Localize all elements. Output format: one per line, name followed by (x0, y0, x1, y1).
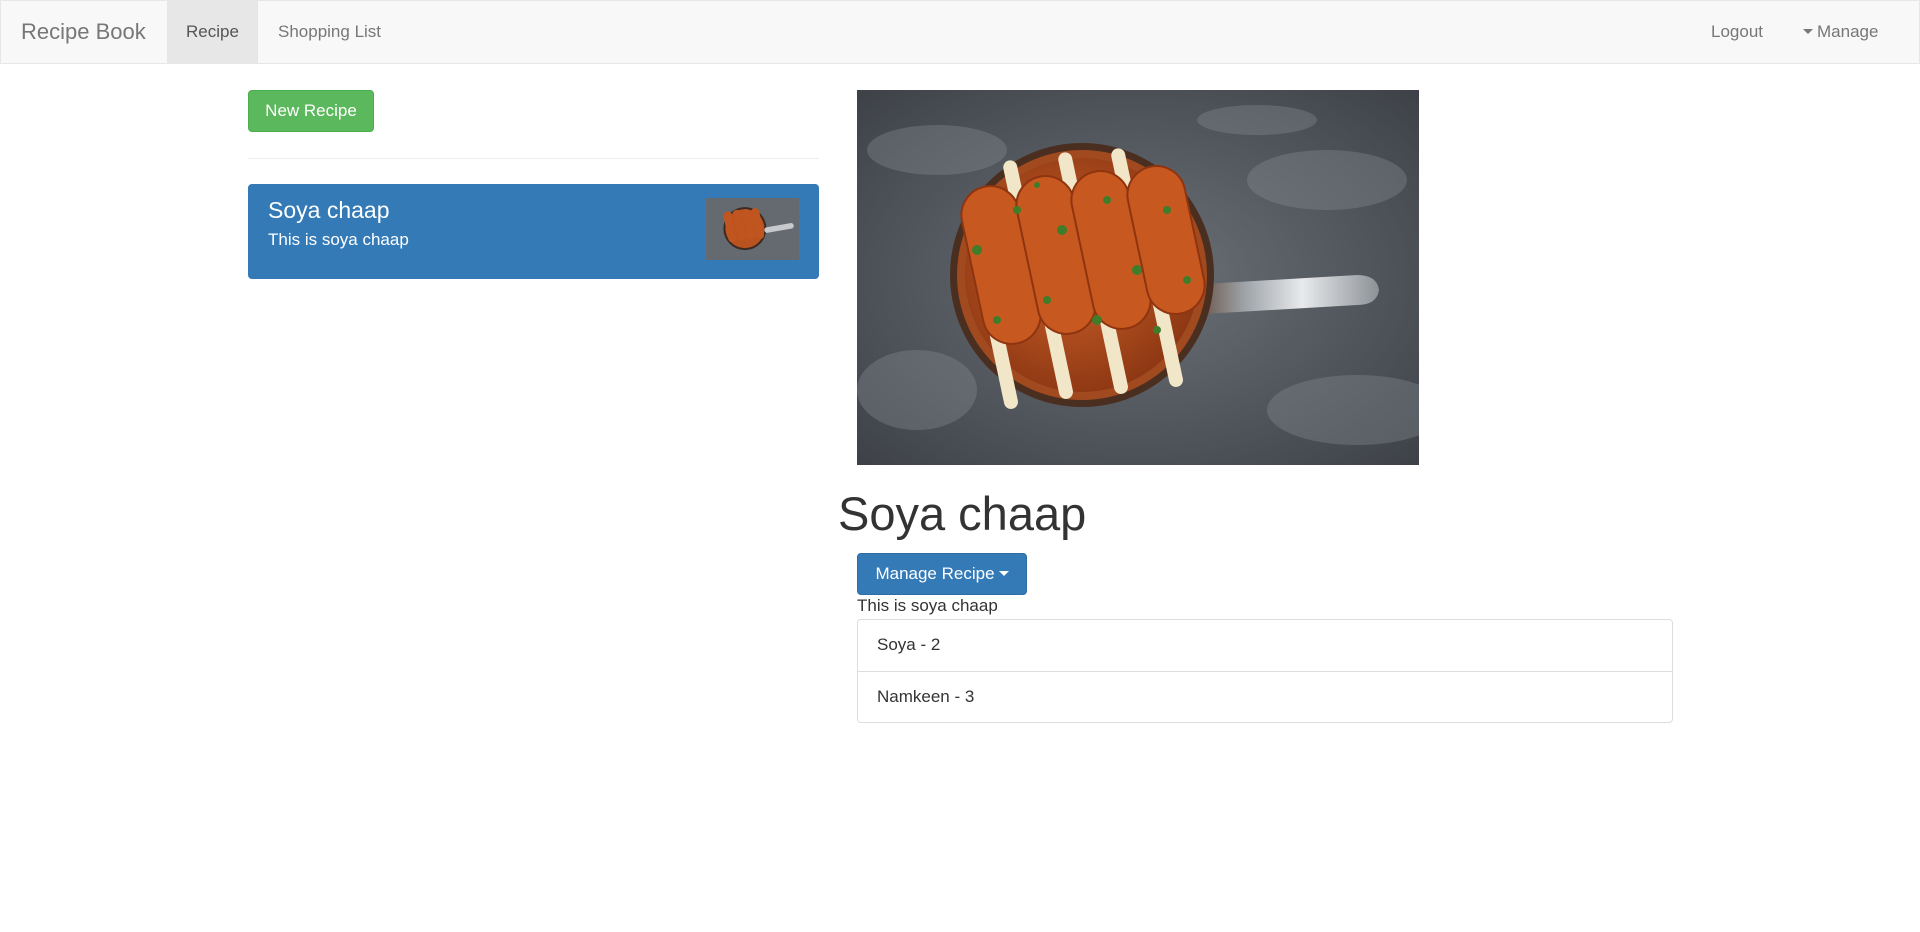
manage-recipe-button[interactable]: Manage Recipe (857, 553, 1027, 595)
divider (248, 158, 819, 159)
new-recipe-button[interactable]: New Recipe (248, 90, 374, 132)
manage-dropdown[interactable]: Manage (1784, 1, 1897, 63)
recipe-list-item[interactable]: Soya chaap This is soya chaap (248, 184, 819, 279)
caret-down-icon (998, 571, 1009, 577)
caret-down-icon (1803, 29, 1813, 35)
nav-item-recipe[interactable]: Recipe (167, 1, 258, 63)
recipe-image (857, 90, 1419, 465)
manage-dropdown-label: Manage (1817, 22, 1879, 41)
nav-item-logout[interactable]: Logout (1692, 1, 1782, 63)
recipe-description: This is soya chaap (857, 596, 998, 615)
nav-item-shopping-list[interactable]: Shopping List (259, 1, 400, 63)
ingredient-item[interactable]: Soya - 2 (858, 620, 1672, 671)
recipe-item-name: Soya chaap (268, 197, 390, 223)
ingredient-item[interactable]: Namkeen - 3 (858, 671, 1672, 722)
brand-link[interactable]: Recipe Book (21, 1, 146, 63)
manage-recipe-label: Manage Recipe (875, 564, 995, 583)
ingredient-list: Soya - 2 Namkeen - 3 (857, 619, 1673, 723)
recipe-item-description: This is soya chaap (268, 230, 409, 249)
recipe-thumbnail-image (706, 198, 799, 260)
top-navbar: Recipe Book Recipe Shopping List Logout … (0, 0, 1920, 64)
recipe-title: Soya chaap (838, 487, 1087, 540)
